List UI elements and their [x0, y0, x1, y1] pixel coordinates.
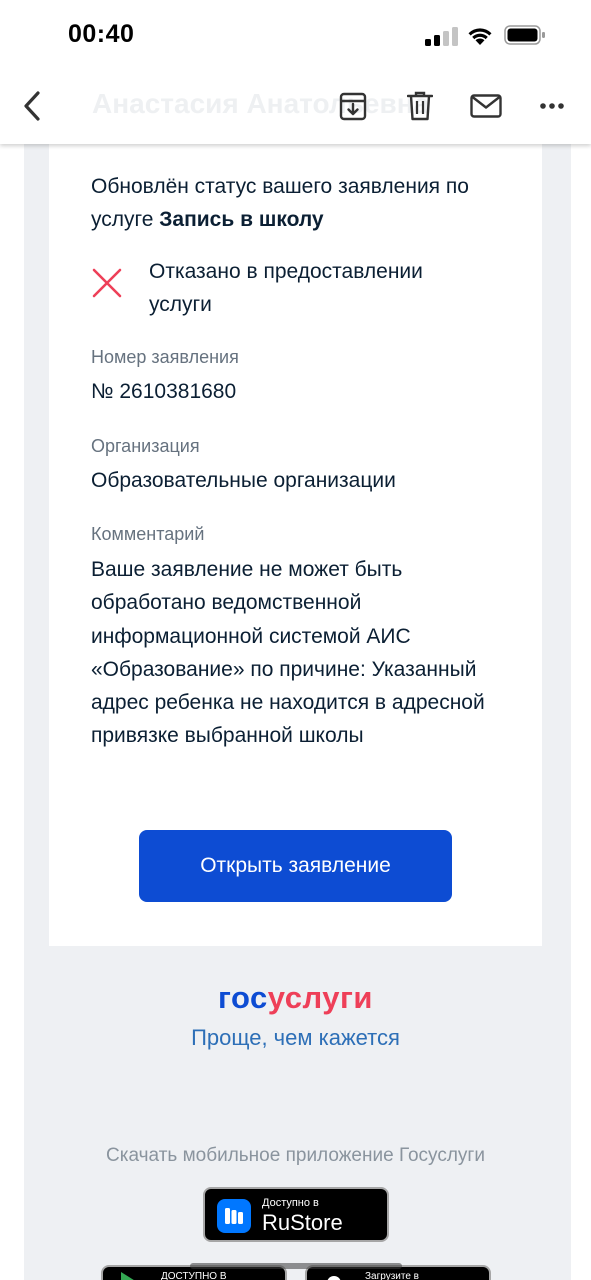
google-play-caption: ДОСТУПНО В: [161, 1271, 227, 1280]
application-number-value: № 2610381680: [91, 380, 237, 403]
status-bar: 00:40: [0, 0, 591, 70]
battery-icon: [504, 25, 545, 45]
archive-button[interactable]: [333, 86, 373, 126]
mail-toolbar: Анастасия Анатольевна: [0, 70, 591, 144]
status-update-intro: Обновлён статус вашего заявления по услу…: [91, 170, 511, 236]
comment-label: Комментарий: [91, 524, 205, 544]
organization-value: Образовательные организации: [91, 469, 396, 492]
chevron-left-icon: [24, 91, 40, 121]
archive-icon: [339, 92, 367, 121]
delete-button[interactable]: [400, 86, 440, 126]
service-name: Запись в школу: [159, 208, 324, 231]
download-app-text: Скачать мобильное приложение Госуслуги: [106, 1145, 485, 1166]
mark-unread-button[interactable]: [466, 86, 506, 126]
open-application-button[interactable]: Открыть заявление: [139, 830, 452, 902]
more-icon: [540, 103, 564, 109]
logo-part-gos: гос: [218, 980, 268, 1015]
application-number-label: Номер заявления: [91, 347, 239, 367]
app-store-caption: Загрузите в: [365, 1271, 419, 1280]
rustore-caption: Доступно в: [262, 1197, 319, 1209]
status-time: 00:40: [68, 20, 135, 48]
sender-name: Анастасия Анатольевна: [92, 88, 430, 119]
cellular-signal-icon: [425, 27, 458, 46]
gosuslugi-logo[interactable]: госуслуги: [0, 980, 591, 1016]
google-play-icon: [121, 1272, 134, 1280]
home-indicator[interactable]: [190, 1263, 402, 1269]
application-status: Отказано в предоставлении услуги: [91, 255, 511, 325]
rustore-logo-icon: [217, 1199, 251, 1233]
rustore-badge[interactable]: Доступно в RuStore: [203, 1187, 389, 1242]
trash-icon: [407, 91, 433, 121]
more-button[interactable]: [532, 86, 572, 126]
status-text: Отказано в предоставлении услуги: [149, 260, 423, 316]
logo-part-uslugi: услуги: [267, 980, 373, 1015]
comment-value: Ваше заявление не может быть обработано …: [91, 558, 485, 748]
apple-icon: [327, 1276, 341, 1280]
slogan: Проще, чем кажется: [191, 1025, 400, 1050]
rustore-name: RuStore: [262, 1210, 343, 1235]
mail-icon: [470, 94, 502, 118]
back-button[interactable]: [12, 86, 52, 126]
rejected-cross-icon: [92, 268, 122, 298]
organization-label: Организация: [91, 436, 200, 456]
wifi-icon: [468, 28, 492, 45]
